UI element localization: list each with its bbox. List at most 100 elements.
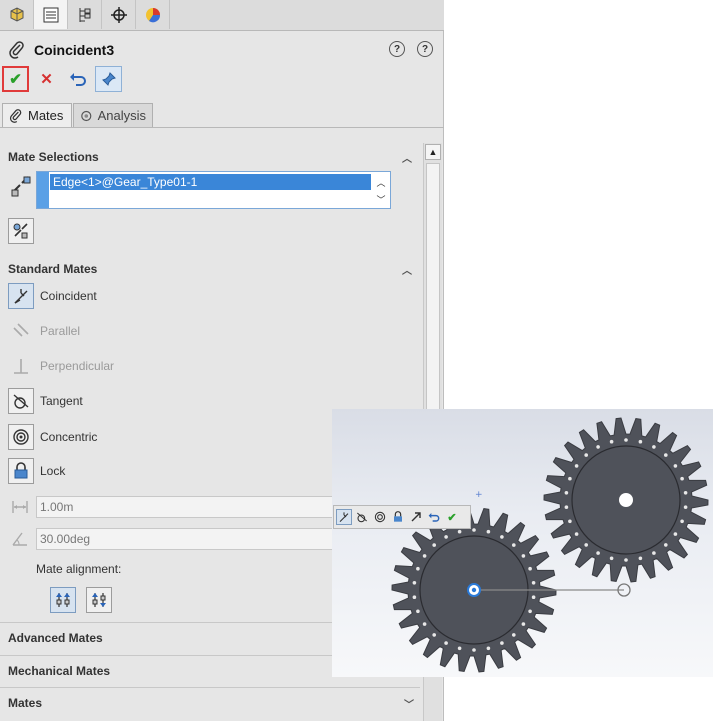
gear-assembly-view[interactable]: + (332, 409, 713, 677)
mate-tangent[interactable]: Tangent (8, 388, 83, 414)
gear-right[interactable] (543, 417, 709, 583)
lock-label: Lock (40, 464, 66, 478)
gear-hole (638, 556, 643, 561)
gear-hole (500, 535, 504, 539)
mate-selections-header[interactable]: Mate Selections ︿ (0, 145, 420, 169)
undo-button[interactable] (64, 66, 91, 92)
feature-manager-tab[interactable] (0, 0, 34, 29)
ok-button[interactable]: ✔ (2, 66, 29, 92)
concentric-icon (8, 424, 34, 450)
tangent-label: Tangent (40, 394, 83, 408)
standard-mates-header[interactable]: Standard Mates ︿ (0, 257, 420, 281)
gear-hole (624, 438, 628, 442)
mate-concentric[interactable]: Concentric (8, 424, 97, 450)
gear-hole (457, 529, 462, 534)
gear-hole (609, 556, 614, 561)
selection-list-item[interactable]: Edge<1>@Gear_Type01-1 (50, 174, 371, 190)
gear-hole (680, 519, 684, 524)
gear-hole (584, 453, 588, 457)
gear-hole (574, 464, 579, 468)
gear-bore (619, 493, 633, 507)
gear-hole (422, 622, 427, 626)
checkmark-icon: ✔ (447, 511, 457, 524)
list-scroll-down-icon[interactable]: ﹀ (373, 191, 389, 207)
cancel-button[interactable]: ✕ (33, 66, 60, 92)
gear-hole (652, 551, 656, 555)
mate-lock[interactable]: Lock (8, 458, 65, 484)
ctx-lock-button[interactable] (390, 509, 406, 525)
configuration-manager-tab[interactable] (68, 0, 102, 29)
aligned-button[interactable] (50, 587, 76, 613)
help-icon[interactable]: ? (417, 41, 433, 57)
property-manager-tab[interactable] (34, 0, 68, 29)
ctx-concentric-button[interactable] (372, 509, 388, 525)
tab-mates[interactable]: Mates (2, 103, 72, 127)
gear-hole (683, 505, 688, 509)
selection-color-marker (37, 172, 49, 208)
aligned-icon (56, 593, 70, 607)
gear-hole (673, 532, 678, 536)
dimxpert-manager-tab[interactable] (102, 0, 136, 29)
gear-hole (472, 648, 476, 652)
ctx-tangent-button[interactable] (354, 509, 370, 525)
gear-hole (596, 445, 600, 449)
gear-hole (564, 505, 569, 509)
tab-analysis[interactable]: Analysis (73, 103, 153, 127)
whats-wrong-help-icon[interactable]: ? (389, 41, 405, 57)
mate-selections-list[interactable]: Edge<1>@Gear_Type01-1 ︿ ﹀ (36, 171, 391, 209)
perpendicular-label: Perpendicular (40, 359, 115, 373)
gear-hole (531, 581, 536, 585)
list-scroll-up-icon[interactable]: ︿ (373, 174, 389, 190)
ctx-undo-button[interactable] (426, 509, 442, 525)
graphics-viewport[interactable]: + (332, 409, 713, 677)
origin-marker: + (475, 490, 483, 500)
mates-list-header[interactable]: Mates ﹀ (0, 687, 420, 718)
gear-hole (584, 543, 588, 547)
tangent-icon (356, 512, 368, 523)
anti-aligned-icon (92, 593, 106, 607)
tab-analysis-label: Analysis (97, 108, 146, 123)
keep-visible-pin-button[interactable] (95, 66, 122, 92)
gear-hole (568, 519, 572, 524)
multiple-mate-mode-button[interactable] (8, 218, 34, 244)
chevron-up-icon[interactable]: ︿ (402, 150, 414, 165)
gear-hole (664, 453, 668, 457)
gear-hole (624, 558, 628, 562)
distance-field[interactable]: 1.00m (36, 496, 336, 518)
gear-hole (521, 554, 526, 558)
analysis-icon (81, 110, 92, 121)
multi-mate-icon (13, 223, 28, 239)
ctx-flip-button[interactable] (408, 509, 424, 525)
perpendicular-icon (8, 353, 34, 379)
angle-field[interactable]: 30.00deg (36, 528, 336, 550)
feature-title: Coincident3 (34, 42, 115, 58)
display-manager-tab[interactable] (136, 0, 170, 29)
mate-parallel: Parallel (8, 318, 80, 344)
ctx-ok-button[interactable]: ✔ (444, 509, 460, 525)
gear-hole (457, 646, 462, 651)
chevron-down-icon[interactable]: ﹀ (404, 696, 414, 711)
feature-tree-icon (10, 6, 23, 22)
display-pie-icon (145, 7, 160, 22)
gear-hole (416, 609, 420, 614)
mate-coincident[interactable]: Coincident (8, 283, 97, 309)
crosshair-icon (110, 6, 127, 23)
gear-hole (596, 551, 600, 555)
gear-hole (528, 609, 532, 614)
gear-hole (574, 532, 579, 536)
ctx-coincident-button[interactable] (336, 509, 352, 525)
gear-hole (472, 528, 476, 532)
chevron-up-icon[interactable]: ︿ (402, 262, 414, 277)
gear-hole (412, 581, 417, 585)
paperclip-icon (9, 108, 22, 123)
gear-hole (568, 476, 572, 481)
scroll-up-arrow-icon[interactable]: ▲ (425, 144, 441, 160)
scrollbar-thumb[interactable] (426, 163, 440, 413)
paperclip-icon (9, 41, 24, 59)
gear-hole (683, 491, 688, 495)
coincident-icon (8, 283, 34, 309)
gear-hole (512, 543, 516, 547)
anti-aligned-button[interactable] (86, 587, 112, 613)
gear-hole (673, 464, 678, 468)
gear-hole (531, 595, 536, 599)
